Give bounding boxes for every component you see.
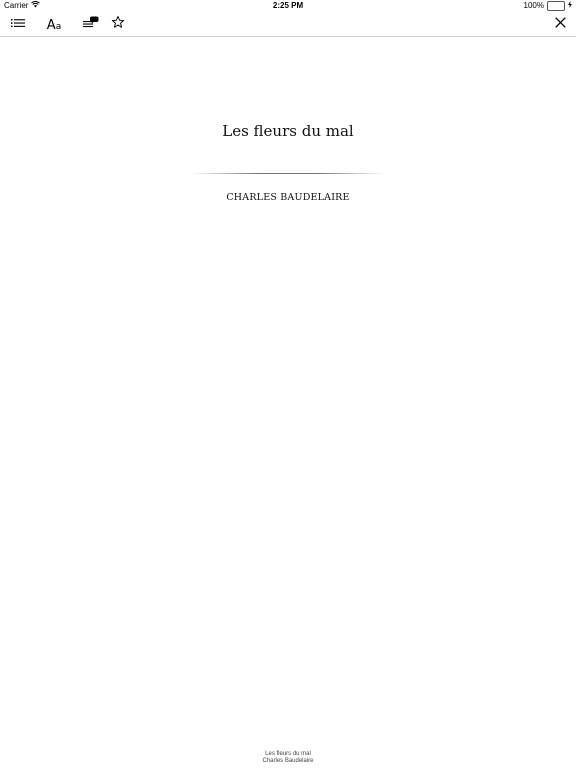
font-settings-button[interactable]: Aa xyxy=(44,12,64,36)
close-button[interactable] xyxy=(550,12,570,36)
notes-icon xyxy=(83,15,99,33)
footer-author: Charles Baudelaire xyxy=(262,758,314,764)
battery-percent: 100% xyxy=(523,1,544,10)
charging-icon xyxy=(568,0,572,12)
table-of-contents-button[interactable] xyxy=(8,12,28,36)
reader-toolbar: Aa xyxy=(0,12,576,37)
reader-screen: Carrier 2:25 PM 100% Aa Les fleurs du ma… xyxy=(0,0,576,768)
font-glyph-small: a xyxy=(55,22,62,32)
page-footer: Les fleurs du mal Charles Baudelaire xyxy=(0,751,576,765)
bookmark-button[interactable] xyxy=(108,12,128,36)
book-title: Les fleurs du mal xyxy=(222,122,354,140)
status-bar: Carrier 2:25 PM 100% xyxy=(0,0,576,12)
footer-title: Les fleurs du mal xyxy=(265,751,311,757)
font-settings-icon: Aa xyxy=(47,16,61,32)
close-icon xyxy=(554,15,566,33)
font-glyph-large: A xyxy=(46,18,56,33)
book-author: CHARLES BAUDELAIRE xyxy=(226,192,350,203)
status-right: 100% xyxy=(524,0,572,12)
battery-icon xyxy=(547,1,565,11)
title-divider xyxy=(190,173,386,174)
bookmark-star-icon xyxy=(111,15,125,34)
table-of-contents-icon xyxy=(11,15,25,33)
clock: 2:25 PM xyxy=(272,1,304,10)
notes-button[interactable] xyxy=(81,12,101,36)
